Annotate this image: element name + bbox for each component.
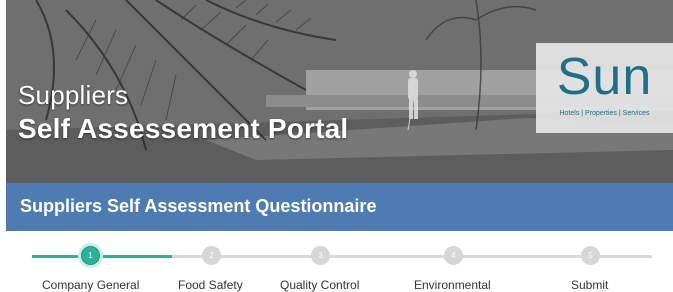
hero-title-suppliers: Suppliers [18, 80, 129, 110]
step-3-indicator[interactable]: 3 [311, 246, 330, 265]
step-3-label[interactable]: Quality Control [280, 278, 359, 292]
step-4-label[interactable]: Environmental [414, 278, 491, 292]
step-2-indicator[interactable]: 2 [202, 246, 221, 265]
logo-tagline: Hotels | Properties | Services [559, 110, 650, 117]
logo-wordmark: Sun [556, 48, 653, 106]
step-4-indicator[interactable]: 4 [444, 246, 463, 265]
step-1-indicator[interactable]: 1 [81, 246, 100, 265]
step-2-label[interactable]: Food Safety [178, 278, 243, 292]
page: Suppliers Self Assessement Portal Sun Ho… [6, 0, 673, 292]
progress-track-remaining [172, 255, 652, 258]
sun-logo[interactable]: Sun Hotels | Properties | Services [536, 43, 673, 133]
hero-title-portal: Self Assessement Portal [18, 113, 349, 144]
step-progress: 1 2 3 4 5 Company General Food Safety Qu… [6, 231, 673, 292]
questionnaire-title: Suppliers Self Assessment Questionnaire [20, 196, 377, 216]
step-1-label[interactable]: Company General [42, 278, 139, 292]
step-5-indicator[interactable]: 5 [581, 246, 600, 265]
hero-banner: Suppliers Self Assessement Portal Sun Ho… [6, 0, 673, 183]
progress-track-completed [32, 255, 172, 258]
step-5-label[interactable]: Submit [571, 278, 608, 292]
questionnaire-header: Suppliers Self Assessment Questionnaire [6, 183, 673, 231]
